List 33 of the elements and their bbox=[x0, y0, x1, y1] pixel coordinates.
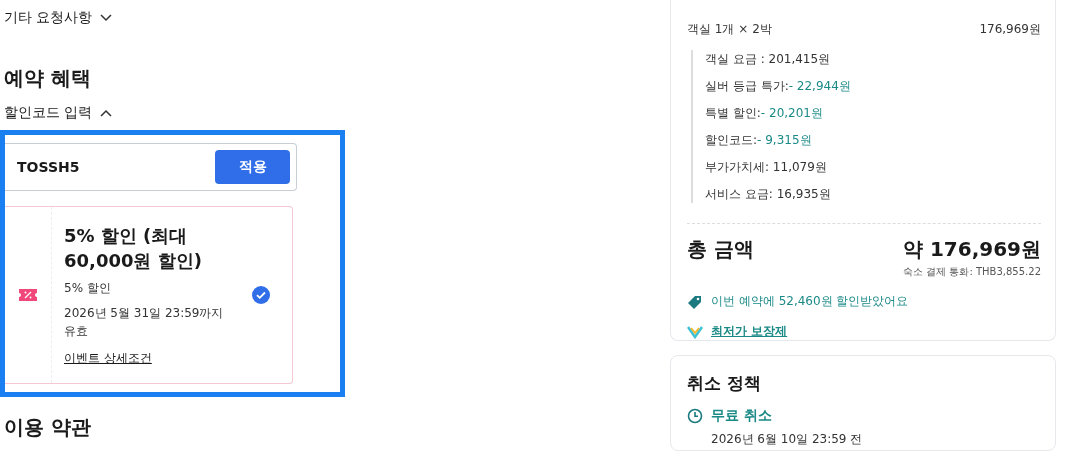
section-heading: 예약 혜택 bbox=[3, 65, 92, 92]
discount-code-field[interactable]: TOSSH5 적용 bbox=[5, 143, 297, 191]
summary-value: 176,969원 bbox=[979, 21, 1041, 38]
coupon-icon bbox=[18, 288, 38, 302]
price-line: 부가가치세: 11,079원 bbox=[705, 159, 828, 176]
coupon-validity: 2026년 5월 31일 23:59까지 유효 bbox=[64, 304, 225, 341]
cancellation-title: 취소 정책 bbox=[687, 372, 762, 395]
apply-button[interactable]: 적용 bbox=[215, 150, 290, 184]
price-line: 할인코드:- 9,315원 bbox=[705, 132, 813, 149]
total-label: 총 금액 bbox=[687, 236, 754, 263]
discount-code-toggle[interactable]: 할인코드 입력 bbox=[0, 104, 345, 122]
coupon-subtitle: 5% 할인 bbox=[64, 280, 112, 298]
free-cancellation-label: 무료 취소 bbox=[711, 407, 772, 425]
heart-check-icon bbox=[687, 324, 703, 339]
chevron-up-icon bbox=[100, 109, 113, 117]
event-terms-link[interactable]: 이벤트 상세조건 bbox=[64, 351, 152, 366]
currency-note: 숙소 결제 통화: THB3,855.22 bbox=[902, 265, 1041, 279]
total-value: 약 176,969원 bbox=[902, 236, 1041, 263]
summary-label: 객실 1개 × 2박 bbox=[687, 21, 772, 38]
cancellation-deadline: 2026년 6월 10일 23:59 전 bbox=[711, 431, 864, 448]
price-line: 실버 등급 특가:- 22,944원 bbox=[705, 78, 852, 95]
price-guarantee-link[interactable]: 최저가 보장제 bbox=[711, 323, 788, 340]
price-line: 서비스 요금: 16,935원 bbox=[705, 186, 832, 203]
section-heading: 이용 약관 bbox=[3, 414, 92, 441]
coupon-title: 5% 할인 (최대 60,000원 할인) bbox=[64, 223, 203, 274]
savings-message: 이번 예약에 52,460원 할인받았어요 bbox=[711, 293, 909, 310]
coupon-card[interactable]: 5% 할인 (최대 60,000원 할인) 5% 할인 2026년 5월 31일 23:59까지 유효 이벤트 상세조건 bbox=[5, 206, 293, 384]
chevron-down-icon bbox=[100, 14, 113, 22]
other-requests-toggle[interactable]: 기타 요청사항 bbox=[0, 9, 345, 27]
price-line: 객실 요금 : 201,415원 bbox=[705, 51, 832, 68]
price-line: 특별 할인:- 20,201원 bbox=[705, 105, 824, 122]
tag-icon bbox=[687, 293, 703, 310]
clock-icon bbox=[687, 408, 703, 424]
